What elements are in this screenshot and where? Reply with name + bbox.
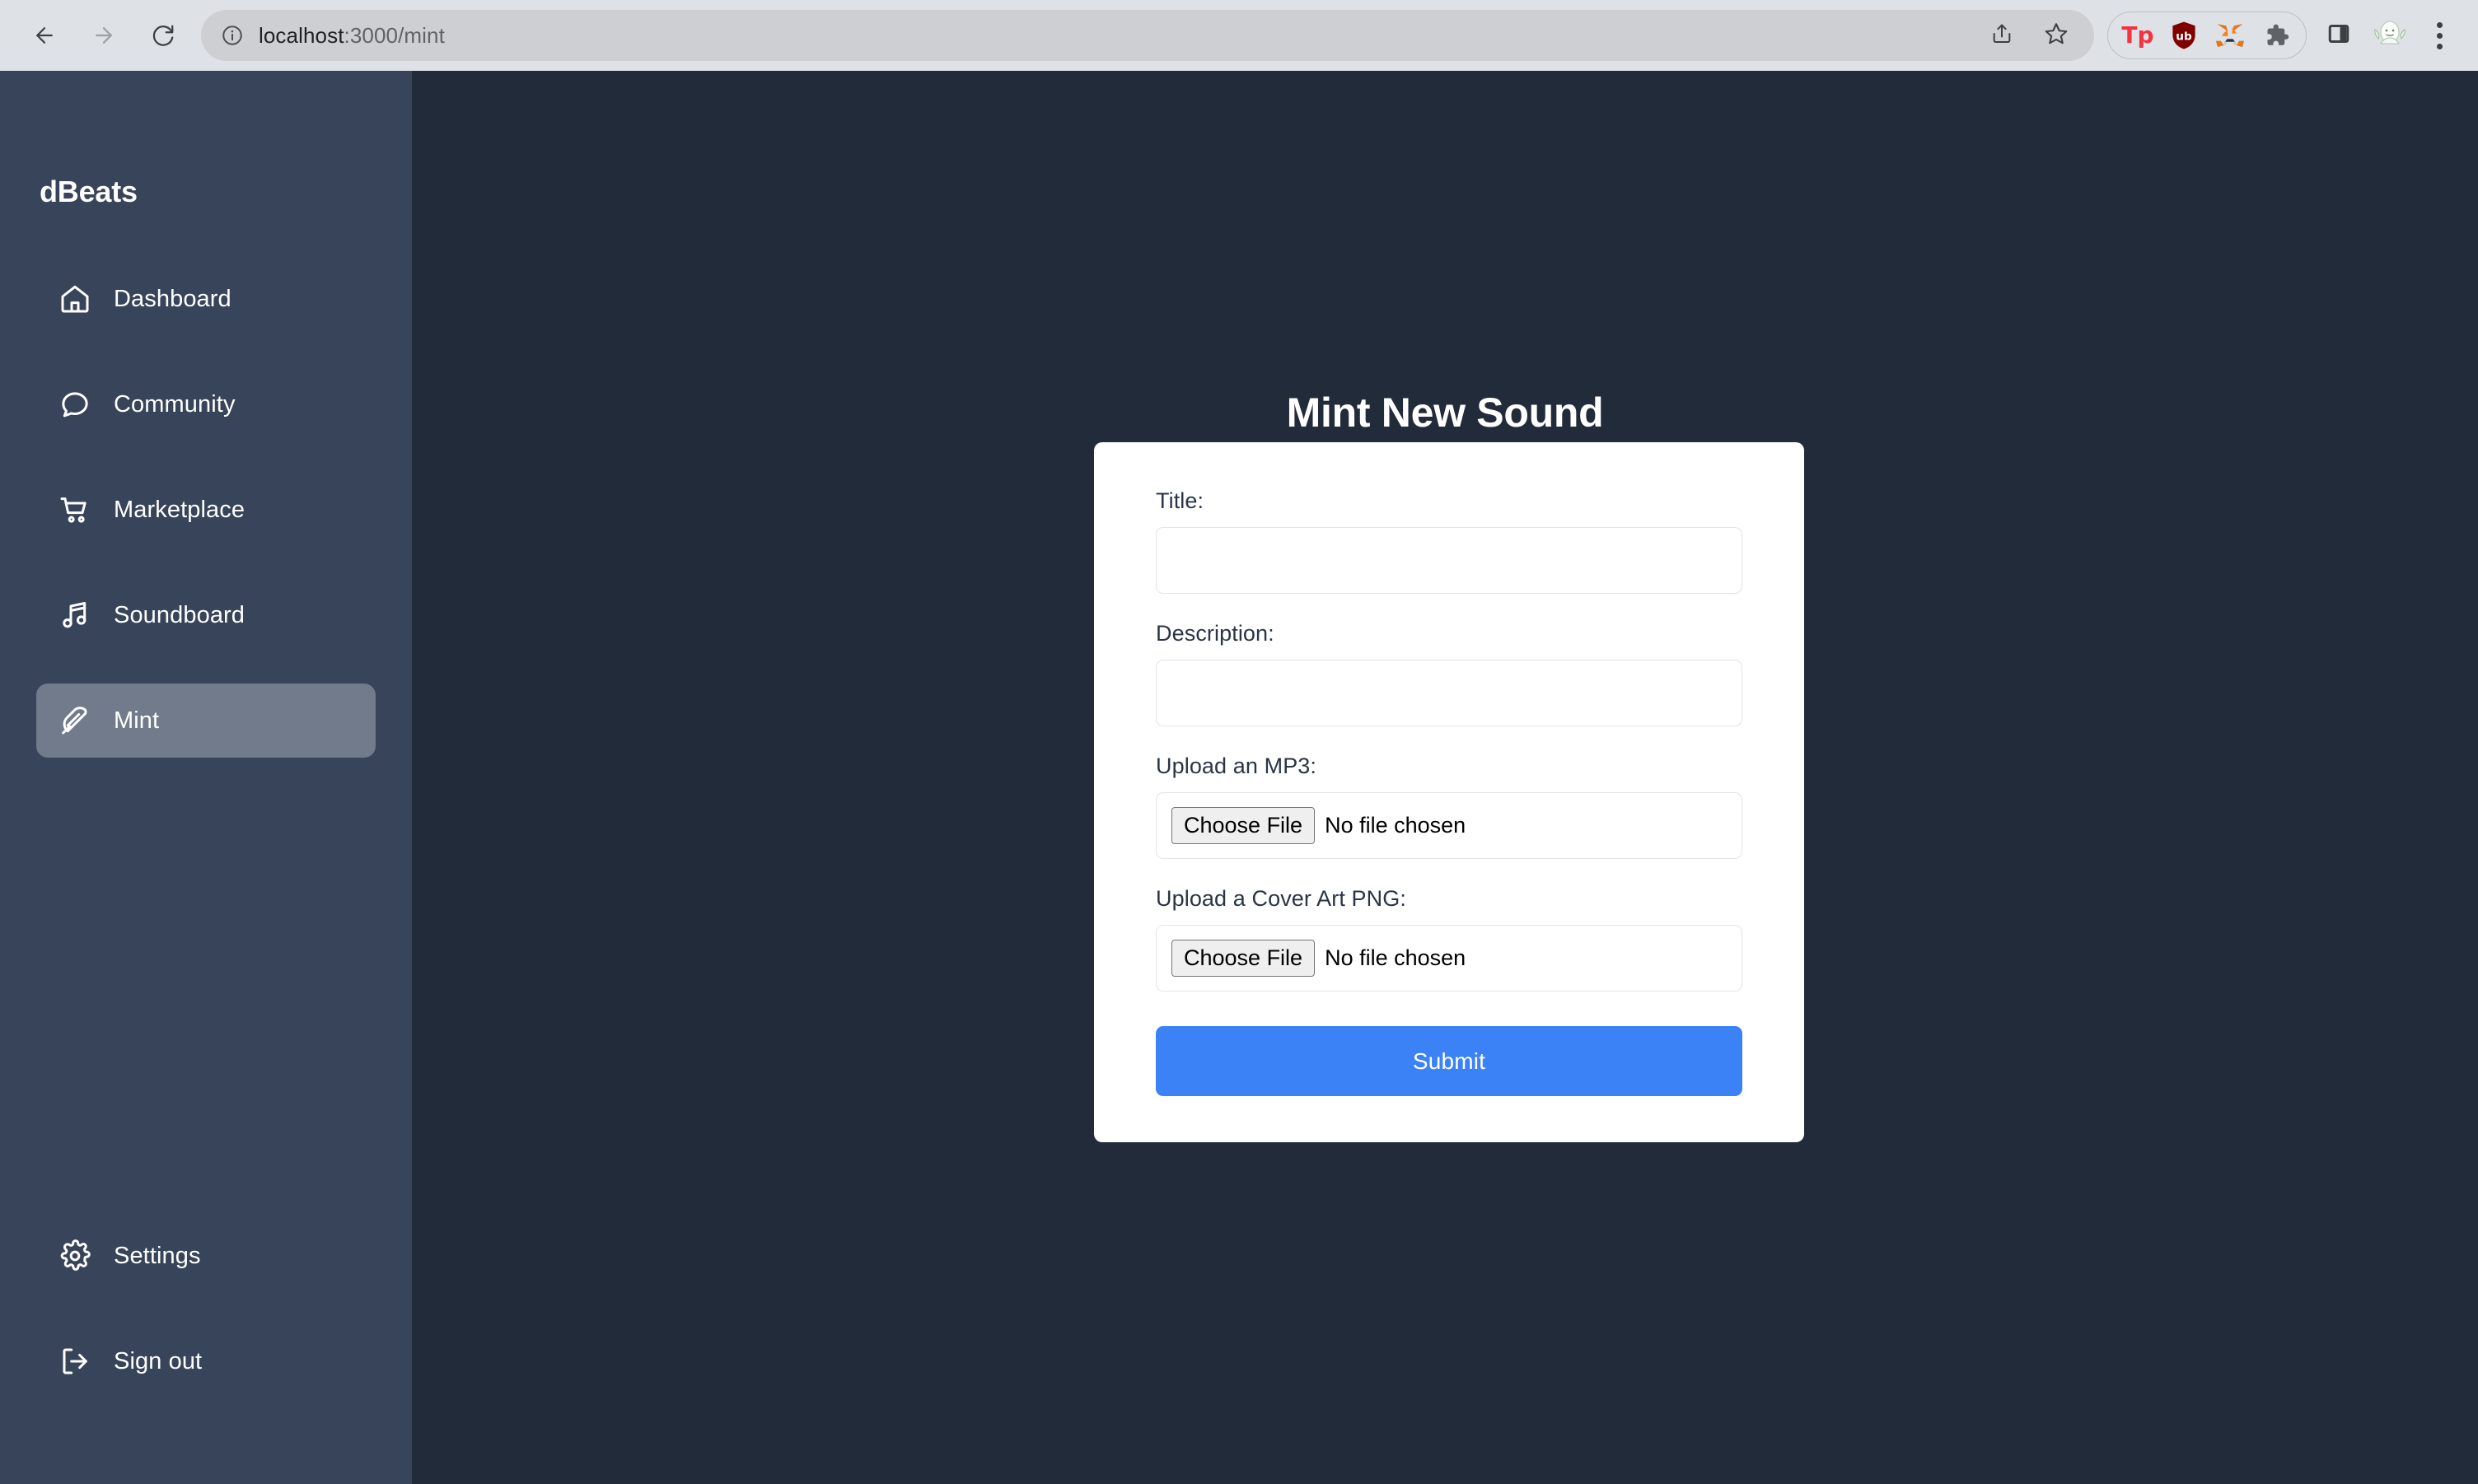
url-host: localhost	[259, 22, 344, 48]
forward-button[interactable]	[77, 9, 130, 62]
home-icon	[58, 282, 92, 316]
field-title: Title:	[1156, 488, 1742, 594]
sidebar-item-marketplace[interactable]: Marketplace	[36, 473, 376, 547]
address-bar[interactable]: localhost:3000/mint	[201, 10, 2094, 61]
metamask-icon[interactable]	[2209, 14, 2251, 57]
reload-button[interactable]	[137, 9, 189, 62]
browser-chrome: localhost:3000/mint Tp ub	[0, 0, 2478, 71]
back-arrow-icon	[32, 23, 57, 48]
sign-out-icon	[58, 1344, 92, 1379]
page-title: Mint New Sound	[1286, 390, 1604, 436]
sidebar-item-label: Settings	[114, 1242, 201, 1269]
app-shell: dBeats Dashboard Community Marketplace S…	[0, 71, 2478, 1484]
browser-nav-buttons	[18, 9, 189, 62]
cover-file-input[interactable]: Choose File No file chosen	[1156, 925, 1742, 992]
sidebar-item-label: Soundboard	[114, 601, 245, 628]
mp3-file-input[interactable]: Choose File No file chosen	[1156, 792, 1742, 859]
cover-file-status: No file chosen	[1325, 945, 1466, 970]
title-input[interactable]	[1156, 527, 1742, 594]
cart-icon	[58, 492, 92, 527]
gear-icon	[58, 1239, 92, 1273]
url-path: :3000/mint	[344, 22, 445, 48]
chat-bubble-icon	[58, 387, 92, 422]
star-icon	[2044, 21, 2069, 50]
mp3-file-status: No file chosen	[1325, 813, 1466, 838]
music-note-icon	[58, 598, 92, 632]
side-panel-button[interactable]	[2317, 13, 2361, 58]
extensions-puzzle-icon[interactable]	[2255, 14, 2298, 57]
extensions-group: Tp ub	[2107, 12, 2307, 59]
sidebar-item-mint[interactable]: Mint	[36, 684, 376, 758]
app-brand: dBeats	[40, 175, 138, 208]
sidebar-item-sign-out[interactable]: Sign out	[36, 1324, 376, 1398]
browser-right-icons	[2317, 12, 2460, 59]
tp-extension-icon[interactable]: Tp	[2116, 14, 2159, 57]
sidebar-bottom-nav: Settings Sign out	[0, 1219, 412, 1398]
field-mp3-upload: Upload an MP3: Choose File No file chose…	[1156, 754, 1742, 859]
main-content: Mint New Sound Title: Description: Uploa…	[412, 71, 2478, 1484]
ublock-origin-icon[interactable]: ub	[2162, 14, 2205, 57]
sidebar-item-label: Sign out	[114, 1347, 203, 1374]
sidebar-item-label: Dashboard	[114, 285, 231, 312]
submit-button[interactable]: Submit	[1156, 1026, 1742, 1096]
title-label: Title:	[1156, 488, 1204, 513]
back-button[interactable]	[18, 9, 71, 62]
description-input[interactable]	[1156, 660, 1742, 726]
field-description: Description:	[1156, 621, 1742, 726]
url-text: localhost:3000/mint	[259, 23, 445, 49]
sidebar-item-community[interactable]: Community	[36, 367, 376, 441]
description-label: Description:	[1156, 621, 1274, 646]
address-bar-actions	[1979, 12, 2079, 58]
sidebar-item-label: Marketplace	[114, 496, 245, 523]
forward-arrow-icon	[91, 23, 116, 48]
bookmark-button[interactable]	[2033, 12, 2079, 58]
profile-button[interactable]	[2366, 12, 2414, 59]
sidebar-item-soundboard[interactable]: Soundboard	[36, 578, 376, 652]
sidebar-nav: Dashboard Community Marketplace Soundboa…	[0, 262, 412, 758]
feather-icon	[58, 703, 92, 738]
cover-upload-label: Upload a Cover Art PNG:	[1156, 886, 1406, 911]
svg-text:ub: ub	[2176, 30, 2192, 43]
field-cover-upload: Upload a Cover Art PNG: Choose File No f…	[1156, 886, 1742, 992]
mp3-upload-label: Upload an MP3:	[1156, 754, 1317, 778]
sidebar-item-label: Mint	[114, 707, 160, 734]
share-icon	[1990, 22, 2013, 49]
share-button[interactable]	[1979, 12, 2025, 58]
three-dot-menu-icon[interactable]	[2419, 12, 2460, 59]
sidebar-item-settings[interactable]: Settings	[36, 1219, 376, 1293]
info-circle-icon[interactable]	[221, 24, 244, 47]
mp3-choose-file-button[interactable]: Choose File	[1171, 806, 1316, 845]
sidebar: dBeats Dashboard Community Marketplace S…	[0, 71, 412, 1484]
cover-choose-file-button[interactable]: Choose File	[1171, 939, 1316, 978]
sidebar-item-dashboard[interactable]: Dashboard	[36, 262, 376, 336]
sidebar-item-label: Community	[114, 390, 236, 418]
mint-form-card: Title: Description: Upload an MP3: Choos…	[1094, 442, 1804, 1142]
reload-icon	[151, 23, 175, 48]
profile-avatar-icon	[2370, 14, 2410, 58]
side-panel-icon	[2326, 21, 2351, 50]
